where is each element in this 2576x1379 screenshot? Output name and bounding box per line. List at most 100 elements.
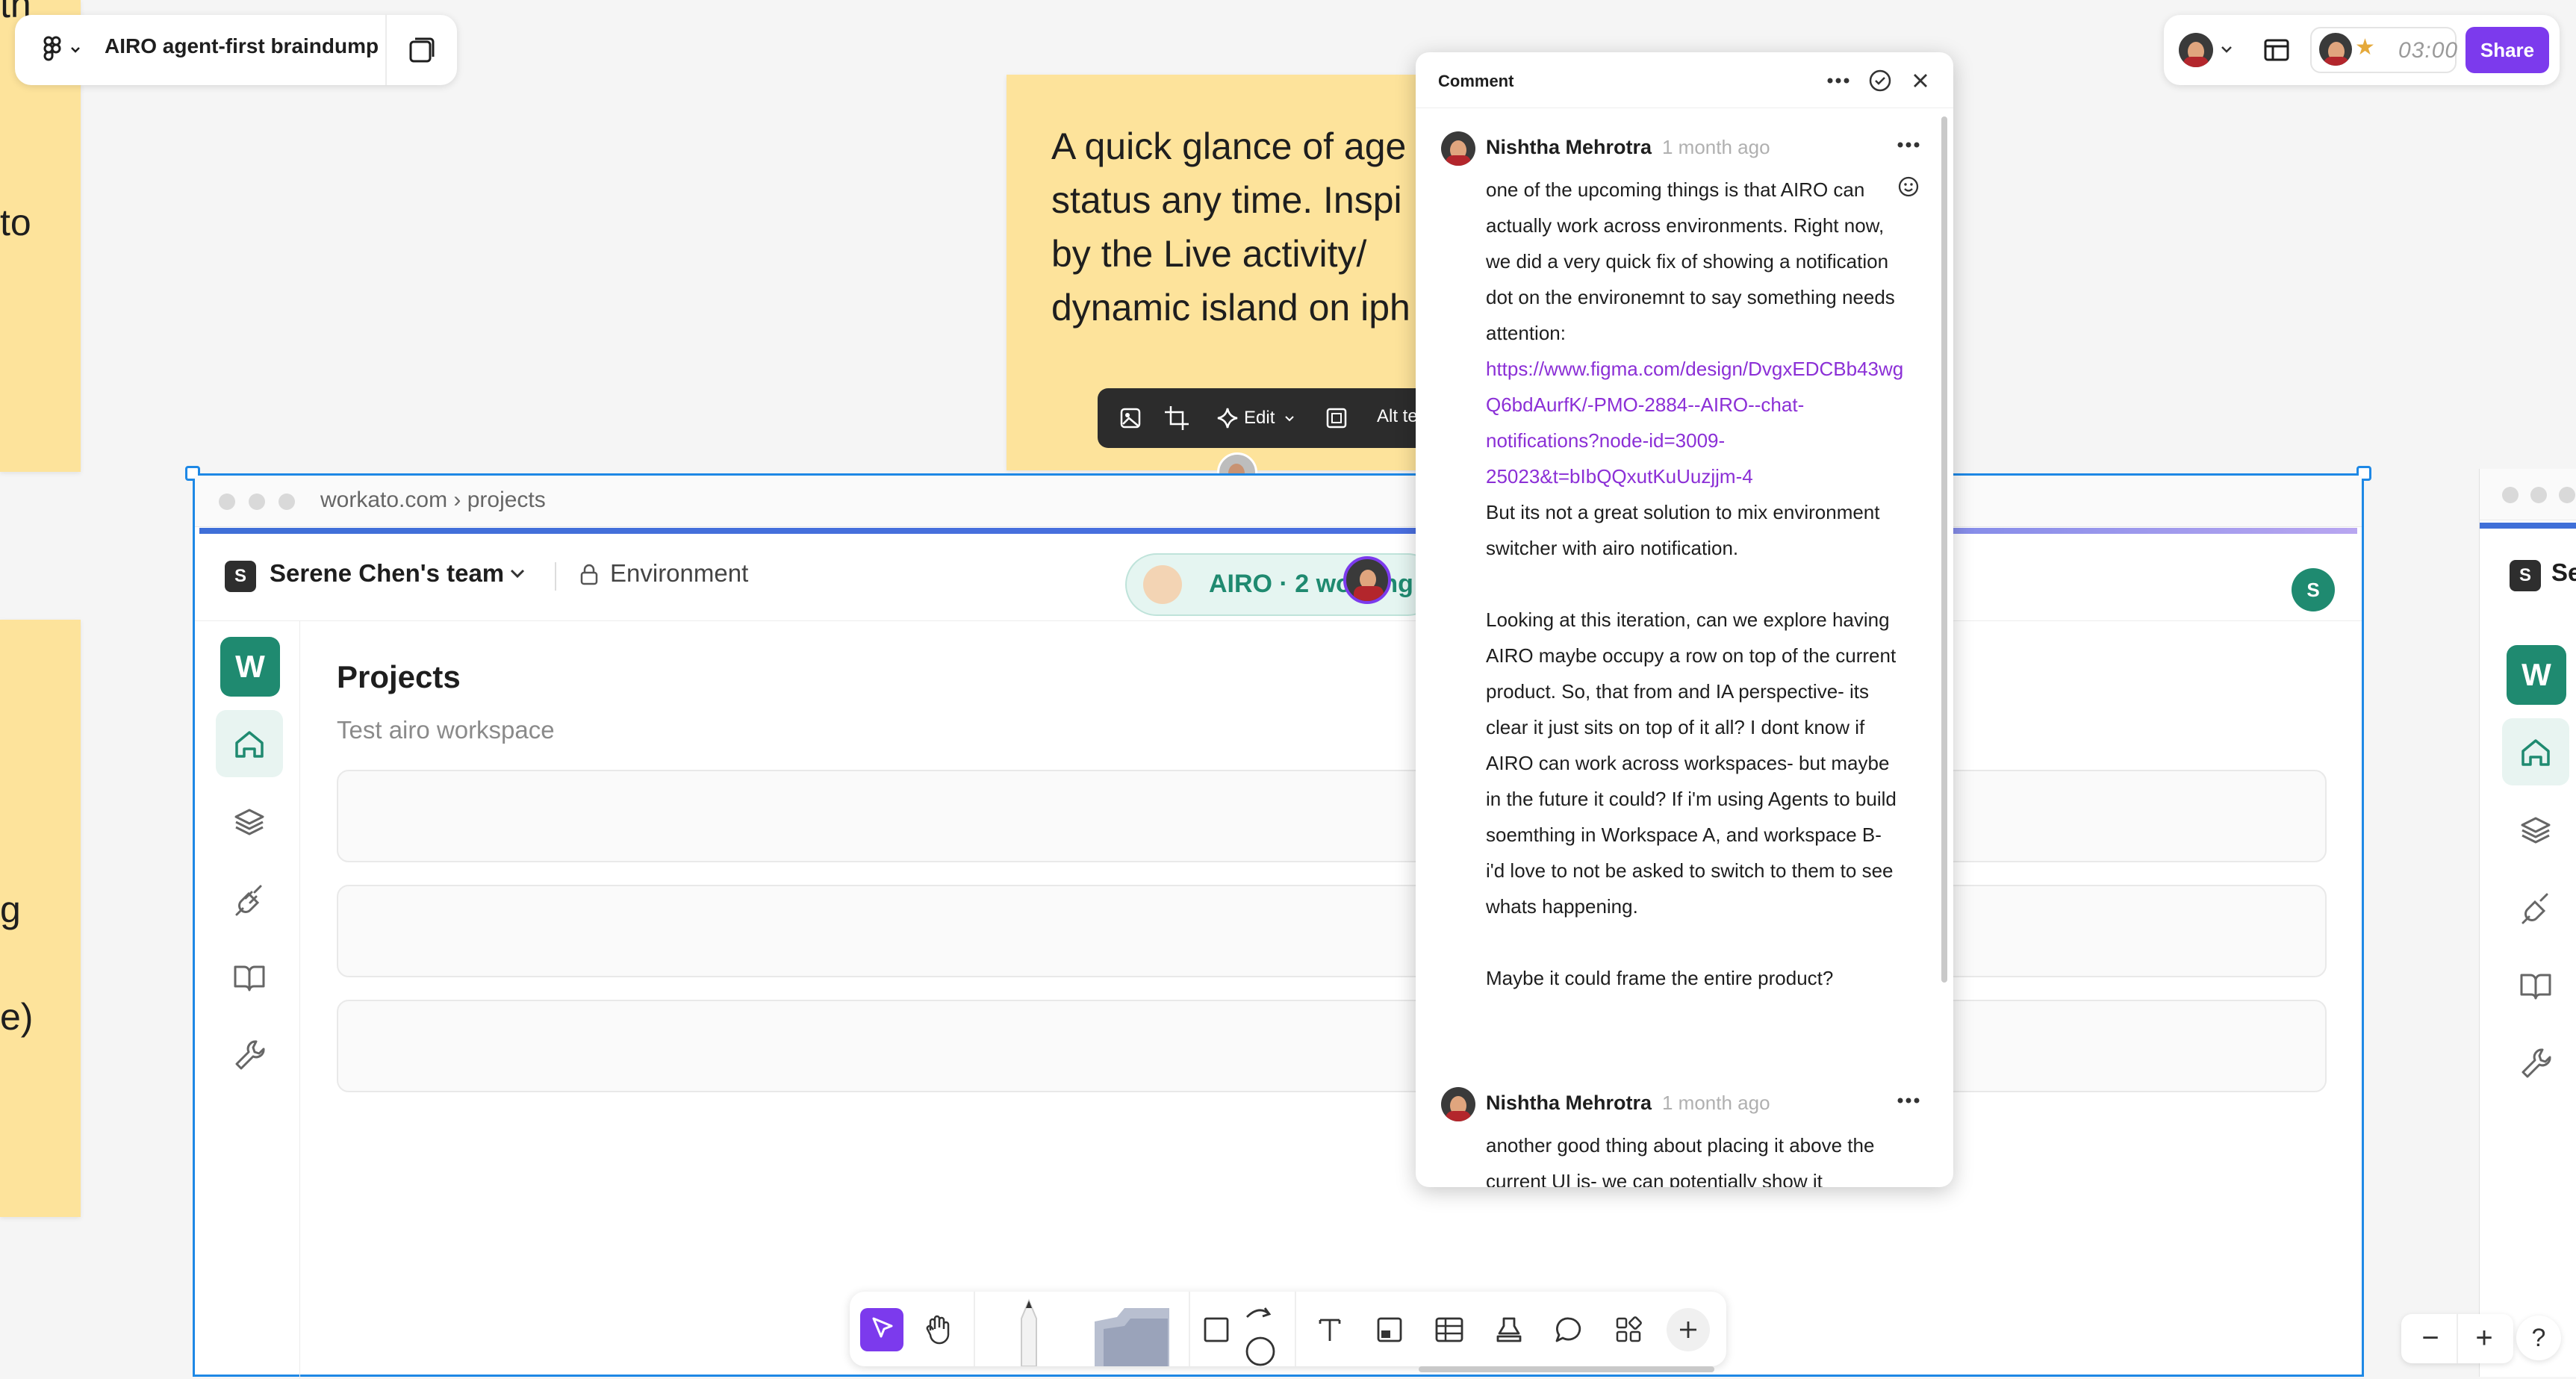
pen-tool[interactable] [1008,1298,1050,1366]
window-dot [279,494,295,510]
rectangle-tool[interactable] [1195,1308,1238,1351]
replace-image-button[interactable] [1116,403,1145,433]
section-tool[interactable] [1368,1308,1411,1351]
pen-icon [1021,1298,1037,1366]
more-horizontal-icon [1897,1098,1920,1103]
connector-tool[interactable] [1241,1298,1278,1366]
layout-toggle-button[interactable] [2261,34,2292,66]
layers-icon [2521,817,2551,844]
sidebar-item-tools[interactable] [216,1021,283,1088]
sidebar-item-connections[interactable] [216,865,283,933]
frame-button[interactable] [1322,403,1351,433]
chevron-down-icon [510,569,525,579]
sticky-note-left-bottom[interactable]: g e) [0,620,81,1217]
more-options-button[interactable] [1823,67,1853,94]
help-button[interactable]: ? [2516,1316,2561,1360]
wrench-icon [235,1040,265,1070]
toolbar-divider [385,15,387,85]
pages-panel-button[interactable] [406,34,438,66]
sidebar-item-home[interactable] [216,710,283,777]
project-card-placeholder[interactable] [337,1000,2327,1092]
workspace-logo[interactable]: W [220,637,280,697]
star-icon: ★ [2355,35,2375,60]
timer-avatar [2319,33,2352,66]
stamp-tool[interactable] [1487,1308,1531,1351]
sidebar-item-docs[interactable] [2502,951,2569,1018]
sidebar-item-connections[interactable] [2502,874,2569,941]
workspace-logo[interactable]: W [2507,645,2566,705]
project-card-placeholder[interactable] [337,885,2327,977]
comment-panel: Comment Nishtha Mehrotra 1 month ago one… [1416,52,1953,1187]
app-mockup-frame[interactable]: workato.com › projects S Serene Chen's t… [185,466,2371,1379]
sidebar-item-home[interactable] [2502,718,2569,785]
user-avatar[interactable]: S [2292,568,2335,611]
close-button[interactable] [1905,66,1935,96]
browser-bar: workato.com › projects [195,476,2362,527]
edit-label: Edit [1244,408,1275,428]
app-header: S Serene Chen's team Environment AIRO · … [195,534,2362,621]
app-mockup-frame-right[interactable]: S Se W [2479,469,2576,1377]
page-title: Projects [337,659,461,694]
sidebar-item-tools[interactable] [2502,1029,2569,1096]
team-badge: S [225,561,256,592]
move-tool[interactable] [860,1308,903,1351]
comment-time: 1 month ago [1662,1092,1770,1114]
more-horizontal-icon [1827,78,1849,84]
book-icon [2520,974,2551,1000]
sidebar-item-layers[interactable] [216,788,283,855]
timer-widget[interactable]: ★ 03:00 [2310,27,2457,73]
frame-icon [1326,408,1347,429]
file-toolbar: AIRO agent-first braindump [15,15,457,85]
airo-status-pill[interactable]: AIRO · 2 working [1125,553,1439,616]
widgets-tool[interactable] [1607,1308,1650,1351]
comment-scrollbar[interactable] [1941,116,1947,983]
window-dot [2502,487,2519,503]
sparkle-icon [1217,408,1238,429]
environment-switcher[interactable]: Environment [610,559,748,588]
plug-icon [235,885,262,916]
project-card-placeholder[interactable] [337,770,2327,862]
chevron-down-icon [1285,416,1294,422]
accent-progress-line [2480,523,2576,529]
more-tools-button[interactable] [1667,1308,1710,1351]
sidebar-item-docs[interactable] [216,943,283,1010]
bottom-toolbar [850,1292,1726,1366]
wrench-icon [2521,1048,2551,1078]
sticky-text-fragment: to [0,202,31,243]
share-button[interactable]: Share [2465,27,2549,73]
user-avatar-menu[interactable] [2179,31,2239,69]
sidebar-item-layers[interactable] [2502,796,2569,863]
comment-author-avatar [1441,1087,1475,1121]
window-dot [249,494,265,510]
crop-button[interactable] [1162,403,1192,433]
edit-ai-button[interactable]: Edit [1216,403,1298,433]
plus-icon [1680,1322,1696,1338]
close-icon [1914,74,1927,87]
comment-tool[interactable] [1547,1308,1590,1351]
file-title[interactable]: AIRO agent-first braindump [105,34,379,58]
lock-icon [580,564,598,585]
alt-text-button[interactable]: Alt te [1377,406,1418,427]
resolve-button[interactable] [1865,66,1895,96]
comment-body: one of the upcoming things is that AIRO … [1486,172,1904,996]
team-badge: S [2510,560,2541,591]
comment-more-button[interactable] [1894,1087,1923,1114]
zoom-out-button[interactable]: − [2412,1320,2449,1357]
figma-menu-button[interactable] [37,34,85,66]
hand-tool[interactable] [915,1308,959,1351]
shape-stack-tool[interactable] [1087,1302,1177,1366]
comment-more-button[interactable] [1894,131,1923,158]
comment-paragraph: another good thing about placing it abov… [1486,1134,1875,1187]
table-icon [1435,1317,1463,1342]
table-tool[interactable] [1428,1308,1471,1351]
comment-paragraph: one of the upcoming things is that AIRO … [1486,178,1895,344]
sticky-line: status any time. Inspi [1051,179,1402,221]
horizontal-scrollbar[interactable] [1419,1366,1714,1372]
comment-link[interactable]: https://www.figma.com/design/DvgxEDCBb43… [1486,351,1904,494]
team-switcher[interactable]: Serene Chen's team [270,559,504,588]
text-tool[interactable] [1308,1308,1351,1351]
cursor-icon [872,1317,893,1338]
sticky-text-fragment: e) [0,996,34,1038]
comment-author: Nishtha Mehrotra [1486,136,1652,158]
zoom-in-button[interactable]: + [2465,1320,2503,1357]
